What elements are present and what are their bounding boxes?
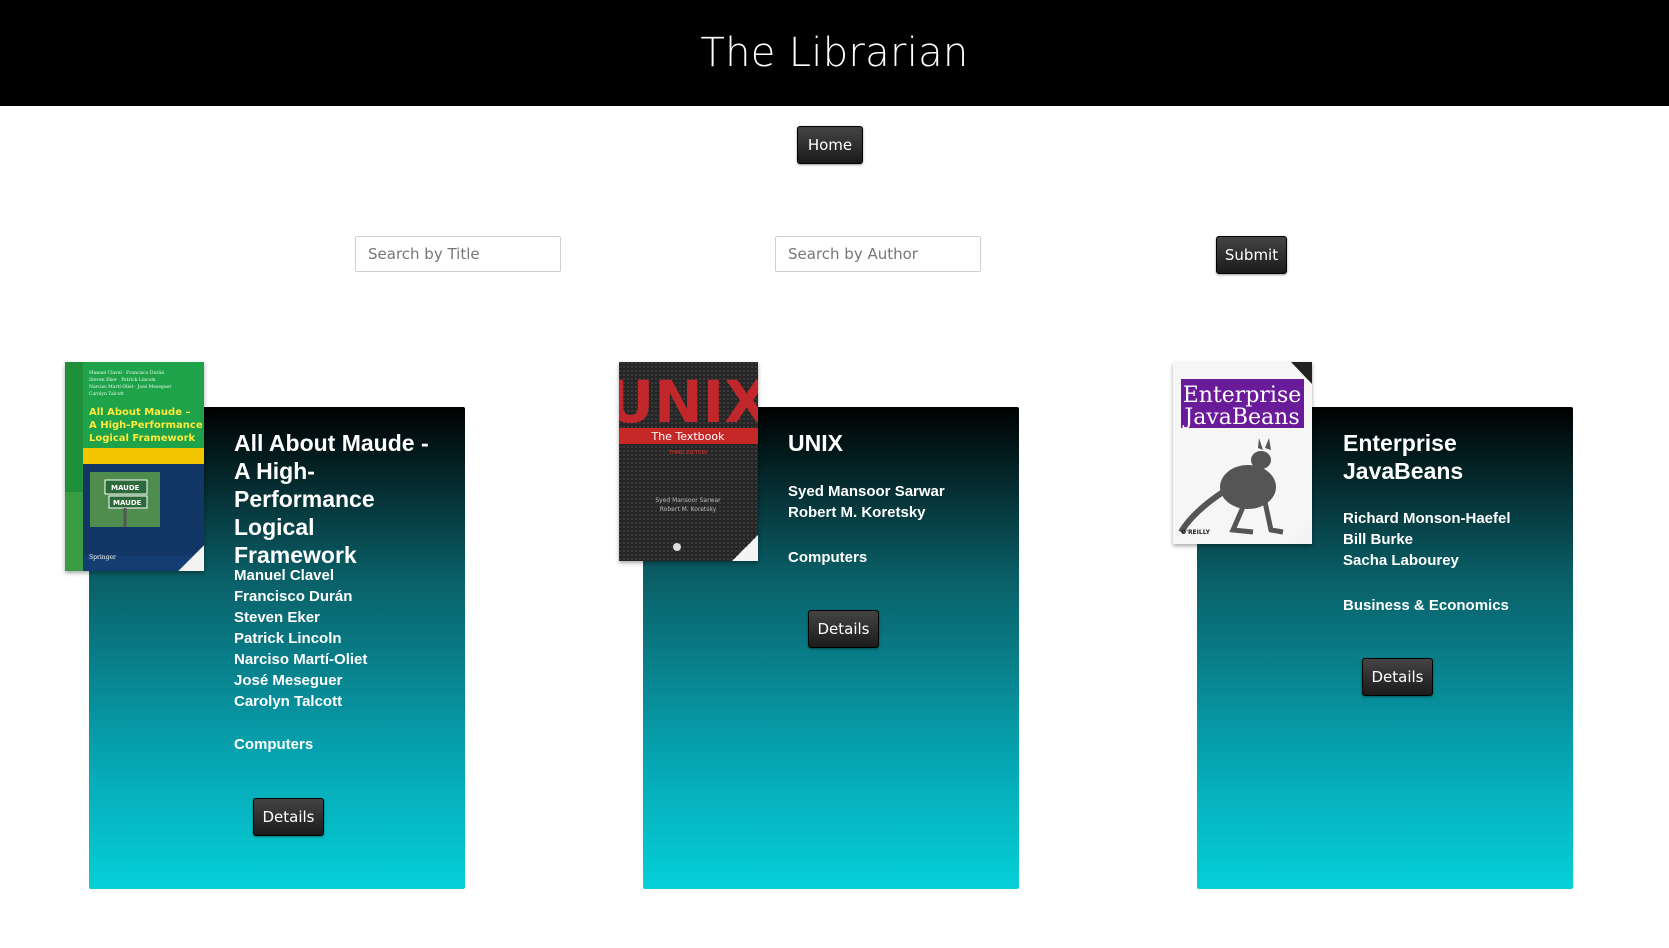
app-title: The Librarian xyxy=(700,30,969,76)
author-name: Sacha Labourey xyxy=(1343,552,1459,569)
cover-ejb-publisher: O'REILLY xyxy=(1181,529,1211,536)
cover-unix-big: UNIX xyxy=(619,368,758,436)
cover-maude-sign1: MAUDE xyxy=(111,484,140,492)
cover-ejb-line2: JavaBeans xyxy=(1182,405,1299,430)
author-name: Robert M. Koretsky xyxy=(788,504,926,521)
cover-unix-author1: Syed Mansoor Sarwar xyxy=(655,497,721,504)
cover-maude-line1: All About Maude – xyxy=(89,407,190,418)
page-curl-icon xyxy=(1286,518,1312,544)
svg-text:Carolyn Talcott: Carolyn Talcott xyxy=(89,391,124,397)
author-name: Narciso Martí-Oliet xyxy=(234,651,368,668)
book-title: Enterprise JavaBeans xyxy=(1343,430,1464,484)
book-category: Business & Economics xyxy=(1343,597,1509,614)
svg-text:Narciso Martí-Oliet · José Mes: Narciso Martí-Oliet · José Meseguer xyxy=(89,383,172,390)
cover-unix-author2: Robert M. Koretsky xyxy=(660,506,717,513)
author-name: Carolyn Talcott xyxy=(234,693,343,710)
cover-maude-line2: A High-Performance xyxy=(89,420,203,431)
author-name: Bill Burke xyxy=(1343,531,1414,548)
page-curl-icon xyxy=(178,545,204,571)
book-cover-ejb: Enterprise JavaBeans O'REILLY xyxy=(1173,362,1312,544)
book-category: Computers xyxy=(788,549,868,566)
author-name: José Meseguer xyxy=(234,672,343,689)
author-list: Richard Monson-Haefel Bill Burke Sacha L… xyxy=(1343,508,1573,571)
details-button[interactable]: Details xyxy=(1362,658,1433,696)
author-name: Francisco Durán xyxy=(234,588,353,605)
book-title: All About Maude - A High-Performance Log… xyxy=(234,430,429,568)
author-name: Syed Mansoor Sarwar xyxy=(788,483,945,500)
book-cover-unix: UNIX The Textbook THIRD EDITION Syed Man… xyxy=(619,362,758,561)
book-category: Computers xyxy=(234,736,314,753)
author-name: Richard Monson-Haefel xyxy=(1343,510,1511,527)
author-list: Syed Mansoor Sarwar Robert M. Koretsky xyxy=(788,481,1018,523)
author-name: Manuel Clavel xyxy=(234,567,335,584)
cover-maude-sign2: MAUDE xyxy=(113,499,142,507)
author-name: Steven Eker xyxy=(234,609,320,626)
svg-text:Manuel Clavel · Francisco Durá: Manuel Clavel · Francisco Durán xyxy=(89,369,164,376)
submit-button[interactable]: Submit xyxy=(1216,236,1287,274)
author-name: Patrick Lincoln xyxy=(234,630,342,647)
search-author-input[interactable] xyxy=(775,236,981,272)
cover-maude-publisher: Springer xyxy=(89,554,116,561)
page-curl-icon xyxy=(732,535,758,561)
app-header: The Librarian xyxy=(0,0,1669,106)
details-button[interactable]: Details xyxy=(253,798,324,836)
details-button[interactable]: Details xyxy=(808,610,879,648)
cover-maude-line3: Logical Framework xyxy=(89,433,196,444)
cover-unix-subtitle: The Textbook xyxy=(650,430,725,443)
book-title: UNIX xyxy=(788,430,843,456)
cover-unix-edition: THIRD EDITION xyxy=(668,450,707,456)
home-button[interactable]: Home xyxy=(797,126,863,164)
author-list: Manuel Clavel Francisco Durán Steven Eke… xyxy=(234,565,464,712)
book-cover-maude: Manuel Clavel · Francisco Durán Steven E… xyxy=(65,362,204,571)
svg-text:Steven Eker · Patrick Lincoln: Steven Eker · Patrick Lincoln xyxy=(89,377,156,383)
search-title-input[interactable] xyxy=(355,236,561,272)
